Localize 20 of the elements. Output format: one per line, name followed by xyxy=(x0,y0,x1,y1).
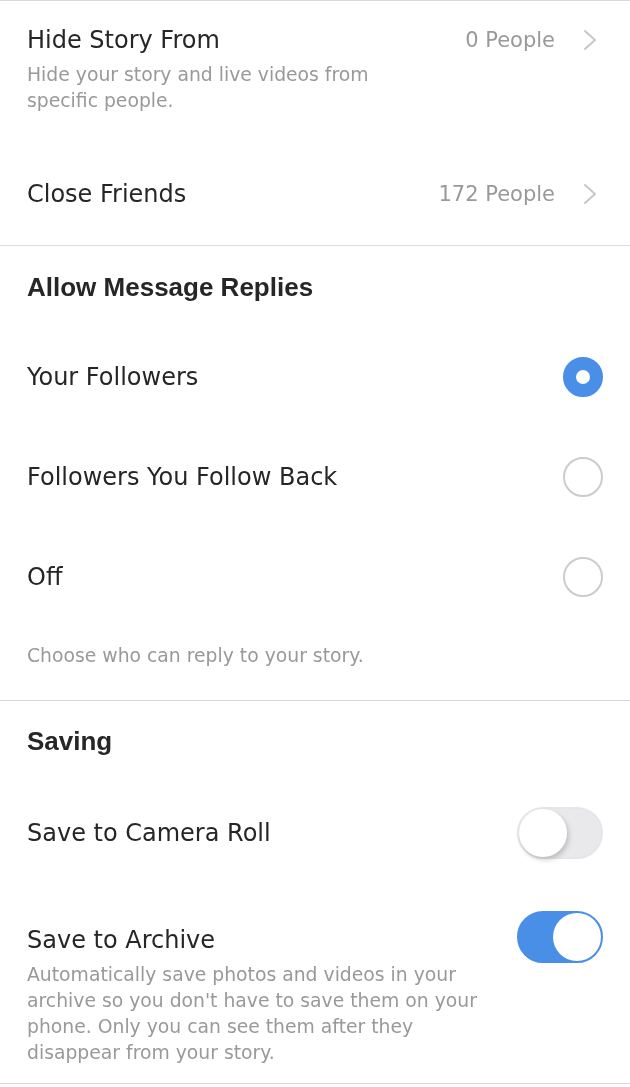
chevron-right-icon[interactable] xyxy=(583,183,597,205)
option-label: Off xyxy=(27,562,63,592)
radio-button[interactable] xyxy=(563,357,603,397)
toggle-label: Save to Camera Roll xyxy=(27,818,272,848)
toggle-label: Save to Archive xyxy=(27,925,217,955)
section-heading: Saving xyxy=(27,726,114,756)
radio-button[interactable] xyxy=(563,457,603,497)
toggle-switch[interactable] xyxy=(517,911,603,963)
chevron-right-icon[interactable] xyxy=(583,29,597,51)
option-label: Your Followers xyxy=(27,362,199,392)
setting-description: Automatically save photos and videos in your archive so you don't have to save them on your phone. Only you can see them after they disappear from your story. xyxy=(27,963,478,1065)
people-count: 0 People xyxy=(465,27,555,54)
setting-description: Hide your story and live videos from specific people. xyxy=(27,63,370,113)
section-heading: Allow Message Replies xyxy=(27,272,315,302)
option-label: Followers You Follow Back xyxy=(27,462,338,492)
radio-button[interactable] xyxy=(563,557,603,597)
setting-label: Close Friends xyxy=(27,179,188,209)
helper-text: Choose who can reply to your story. xyxy=(27,644,365,668)
setting-label: Hide Story From xyxy=(27,25,221,55)
people-count: 172 People xyxy=(438,181,555,208)
